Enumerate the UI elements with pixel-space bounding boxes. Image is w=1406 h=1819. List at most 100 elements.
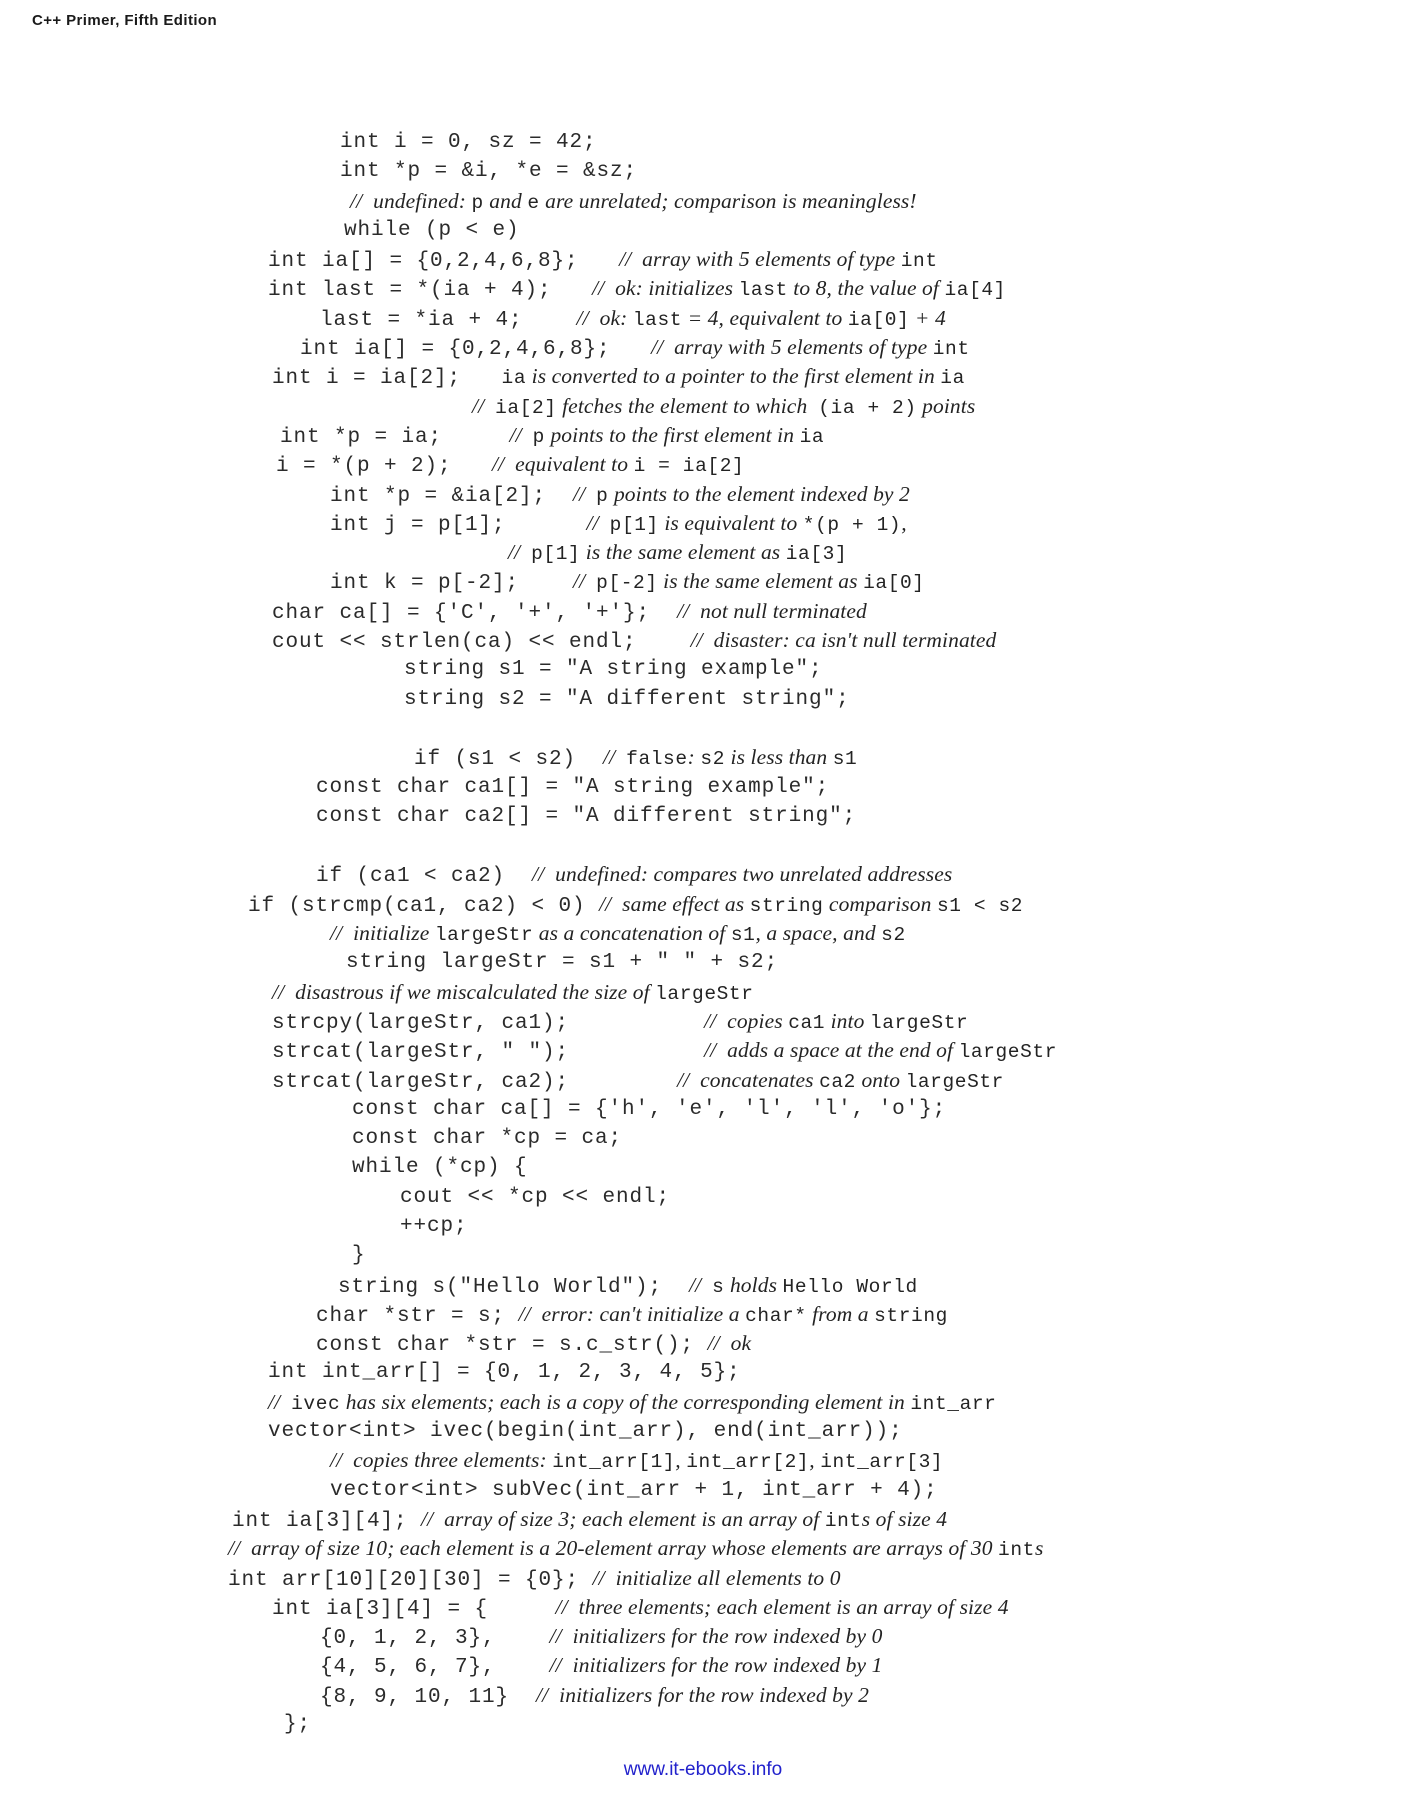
comment-token: to 8, the value of xyxy=(787,276,945,301)
comment-code-token: s1 xyxy=(730,924,756,947)
code-token: if (s1 < s2) xyxy=(414,748,604,772)
code-token: int ia[] = {0,2,4,6,8}; xyxy=(300,338,652,362)
comment-token: // adds a space at the end of xyxy=(704,1038,959,1063)
comment-code-token: s xyxy=(712,1275,725,1298)
code-token: } xyxy=(352,1244,366,1268)
comment-code-token: i = ia[2] xyxy=(633,455,745,478)
code-line: // ia[2] fetches the element to which (i… xyxy=(0,392,1406,421)
code-token: ++cp; xyxy=(400,1214,468,1238)
code-token: int arr[10][20][30] = {0}; xyxy=(228,1568,593,1592)
code-line: int k = p[-2]; // p[-2] is the same elem… xyxy=(0,567,1406,596)
code-token: const char ca1[] = "A string example"; xyxy=(316,775,830,799)
comment-token: into xyxy=(825,1008,870,1033)
code-token: i = *(p + 2); xyxy=(276,455,493,479)
code-token: int ia[3][4]; xyxy=(232,1509,422,1533)
comment-token: : xyxy=(687,745,701,770)
comment-code-token: false xyxy=(626,748,688,771)
code-token: string s("Hello World"); xyxy=(338,1275,690,1299)
comment-token: // array of size 10; each element is a 2… xyxy=(228,1536,999,1561)
code-token: if (ca1 < ca2) xyxy=(316,865,533,889)
code-line: char ca[] = {'C', '+', '+'}; // not null… xyxy=(0,597,1406,626)
code-line: if (strcmp(ca1, ca2) < 0) // same effect… xyxy=(0,890,1406,919)
comment-code-token: ia[2] xyxy=(495,396,557,419)
code-token: const char *str = s.c_str(); xyxy=(316,1334,708,1358)
comment-code-token: e xyxy=(527,191,540,214)
comment-code-token: largeStr xyxy=(958,1041,1057,1064)
comment-token: , a space, and xyxy=(755,921,882,946)
code-line: vector<int> subVec(int_arr + 1, int_arr … xyxy=(0,1476,1406,1505)
comment-token: s xyxy=(1034,1536,1044,1561)
code-line: // disastrous if we miscalculated the si… xyxy=(0,978,1406,1007)
comment-token: // xyxy=(509,422,533,447)
comment-code-token: ia[4] xyxy=(944,279,1006,302)
code-token: cout << strlen(ca) << endl; xyxy=(272,631,691,655)
code-token: {0, 1, 2, 3}, xyxy=(320,1627,550,1651)
comment-token: onto xyxy=(855,1067,906,1092)
comment-code-token: largeStr xyxy=(869,1011,969,1034)
comment-token: , xyxy=(675,1448,687,1473)
code-token: int i = 0, sz = 42; xyxy=(340,131,597,154)
comment-token: // error: can't initialize a xyxy=(518,1301,746,1326)
comment-token: has six elements; each is a copy of the … xyxy=(340,1389,911,1414)
comment-code-token: largeStr xyxy=(655,982,754,1005)
code-token: char *str = s; xyxy=(316,1304,519,1328)
comment-token: // undefined: compares two unrelated add… xyxy=(532,862,953,887)
comment-token: // xyxy=(573,481,597,506)
footer-site-link[interactable]: www.it-ebooks.info xyxy=(0,1759,1406,1781)
code-token: strcat(largeStr, " "); xyxy=(272,1041,705,1065)
comment-code-token: ivec xyxy=(291,1392,341,1415)
code-token: int ia[3][4] = { xyxy=(272,1597,556,1621)
comment-token: // xyxy=(472,393,496,418)
code-line: const char *cp = ca; xyxy=(0,1124,1406,1153)
comment-token: points to the element indexed by 2 xyxy=(608,481,910,506)
comment-token: is the same element as xyxy=(657,569,864,594)
comment-code-token: ia[0] xyxy=(863,572,925,595)
comment-token: // ok xyxy=(707,1331,752,1356)
comment-token: and xyxy=(483,188,528,213)
comment-token: is the same element as xyxy=(580,540,786,565)
code-line: const char *str = s.c_str(); // ok xyxy=(0,1329,1406,1358)
comment-code-token: ia[3] xyxy=(785,543,848,566)
comment-code-token: int xyxy=(932,338,970,361)
comment-code-token: int xyxy=(900,250,938,273)
code-line: string s2 = "A different string"; xyxy=(0,685,1406,714)
comment-code-token: ia xyxy=(501,367,527,390)
comment-token: // disastrous if we miscalculated the si… xyxy=(272,979,656,1004)
comment-code-token: p xyxy=(532,425,545,448)
code-line: // copies three elements: int_arr[1], in… xyxy=(0,1446,1406,1475)
comment-code-token: s2 xyxy=(700,748,726,771)
comment-token: // equivalent to xyxy=(492,452,634,477)
code-line: while (*cp) { xyxy=(0,1153,1406,1182)
comment-token: // xyxy=(603,745,627,770)
comment-token: from a xyxy=(806,1301,875,1326)
code-token: int i = ia[2]; xyxy=(272,367,502,391)
code-line: // ivec has six elements; each is a copy… xyxy=(0,1388,1406,1417)
comment-token: // disaster: ca isn't null terminated xyxy=(690,628,997,653)
code-line: strcat(largeStr, ca2); // concatenates c… xyxy=(0,1066,1406,1095)
code-line: cout << strlen(ca) << endl; // disaster:… xyxy=(0,626,1406,655)
comment-token: , xyxy=(901,510,907,535)
comment-code-token: char* xyxy=(745,1304,807,1327)
comment-code-token: last xyxy=(738,279,788,302)
code-line: {0, 1, 2, 3}, // initializers for the ro… xyxy=(0,1622,1406,1651)
code-line: strcat(largeStr, " "); // adds a space a… xyxy=(0,1036,1406,1065)
code-line: last = *ia + 4; // ok: last = 4, equival… xyxy=(0,304,1406,333)
comment-code-token: int xyxy=(824,1509,862,1532)
code-token: string largeStr = s1 + " " + s2; xyxy=(346,951,779,975)
comment-code-token: ia xyxy=(940,367,965,390)
code-token: while (*cp) { xyxy=(352,1156,528,1180)
comment-code-token: p[-2] xyxy=(596,572,658,595)
code-line: // undefined: p and e are unrelated; com… xyxy=(0,187,1406,216)
comment-code-token: p xyxy=(596,484,609,507)
comment-token: comparison xyxy=(823,891,937,916)
comment-token: // undefined: xyxy=(350,188,472,213)
comment-code-token: p[1] xyxy=(531,543,581,566)
comment-token: // array with 5 elements of type xyxy=(651,335,933,360)
comment-code-token: Hello World xyxy=(782,1275,918,1298)
comment-token: // ok: xyxy=(576,305,633,330)
code-line: char *str = s; // error: can't initializ… xyxy=(0,1300,1406,1329)
comment-token: // initializers for the row indexed by 2 xyxy=(536,1682,869,1707)
comment-token: // initializers for the row indexed by 1 xyxy=(549,1653,883,1678)
